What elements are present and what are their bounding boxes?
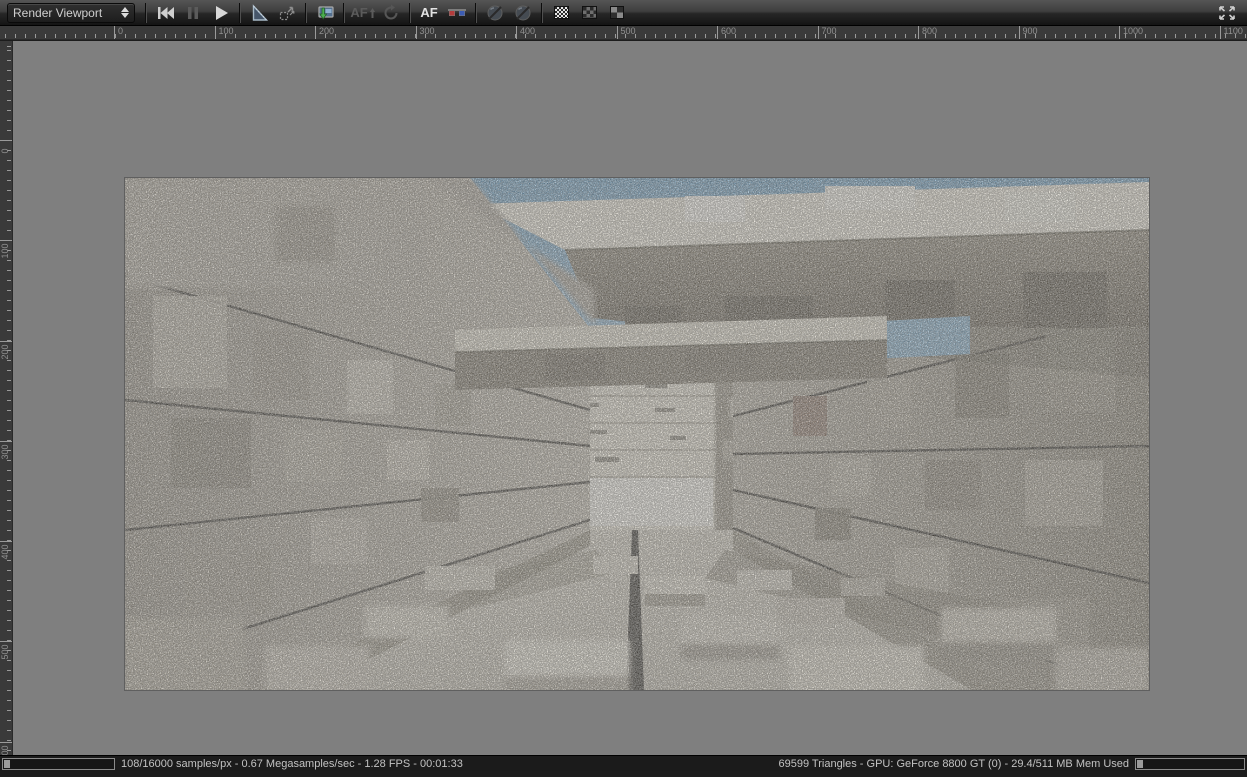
ruler-label: 600 xyxy=(717,26,818,39)
refresh-focus-button[interactable] xyxy=(377,1,405,25)
expand-arrows-icon xyxy=(1219,5,1235,20)
quad-squares-icon xyxy=(610,6,624,19)
save-image-button[interactable] xyxy=(311,1,339,25)
stereo-right-eye-button[interactable] xyxy=(509,1,537,25)
autofocus-lock-label: AF xyxy=(350,5,368,20)
toolbar: Render Viewport AF AF xyxy=(0,0,1247,26)
ruler-label: 0 xyxy=(0,140,12,240)
quad-view-button[interactable] xyxy=(603,1,631,25)
scene-stats-text: 69599 Triangles - GPU: GeForce 8800 GT (… xyxy=(778,757,1129,770)
toolbar-separator xyxy=(239,2,241,23)
ruler-label: 800 xyxy=(918,26,1019,39)
ruler-label: 500 xyxy=(616,26,718,39)
fine-checkerboard-icon xyxy=(553,6,569,19)
render-stats-text: 108/16000 samples/px - 0.67 Megasamples/… xyxy=(121,757,463,770)
ruler-label: 200 xyxy=(315,26,416,39)
ruler-label: 1100 xyxy=(1219,26,1247,39)
ruler-label: 1000 xyxy=(1119,26,1220,39)
ruler-label: 900 xyxy=(1018,26,1120,39)
dropdown-spinner-icon[interactable] xyxy=(121,7,129,18)
restart-render-button[interactable] xyxy=(151,1,179,25)
ruler-label: 300 xyxy=(415,26,517,39)
vertical-ruler-labels: 0 100 200 300 400 500 600 xyxy=(0,140,12,755)
save-image-icon xyxy=(318,5,334,20)
ruler-label: 500 xyxy=(0,641,12,741)
coarse-checker-background-button[interactable] xyxy=(575,1,603,25)
autofocus-label: AF xyxy=(420,5,438,20)
up-arrow-icon xyxy=(369,7,375,18)
circular-arrow-icon xyxy=(384,4,398,19)
anaglyph-stereo-button[interactable] xyxy=(443,1,471,25)
render-viewport-window: Render Viewport AF AF 0 100 200 300 400 … xyxy=(0,0,1247,777)
ruler-label: 400 xyxy=(0,541,12,641)
play-icon xyxy=(216,5,228,20)
ruler-label: 300 xyxy=(0,440,12,541)
memory-progress-fill xyxy=(1137,759,1144,768)
memory-progress-bar xyxy=(1135,757,1245,770)
pause-icon xyxy=(188,6,198,19)
autofocus-button[interactable]: AF xyxy=(415,1,443,25)
ruler-label: 0 xyxy=(114,26,215,39)
autofocus-lock-button[interactable]: AF xyxy=(349,1,377,25)
render-target-dropdown[interactable]: Render Viewport xyxy=(7,2,135,23)
pause-render-button[interactable] xyxy=(179,1,207,25)
horizontal-ruler-labels: 0 100 200 300 400 500 600 700 800 900 1000 1100 xyxy=(114,26,1247,39)
resize-region-icon xyxy=(279,6,295,20)
status-bar: 108/16000 samples/px - 0.67 Megasamples/… xyxy=(0,755,1247,771)
play-render-button[interactable] xyxy=(207,1,235,25)
toolbar-separator xyxy=(475,2,477,23)
render-target-dropdown-value: Render Viewport xyxy=(13,5,103,20)
render-progress-bar xyxy=(2,757,115,770)
toolbar-separator xyxy=(541,2,543,23)
fullscreen-button[interactable] xyxy=(1213,1,1241,25)
ruler-label: 400 xyxy=(516,26,617,39)
ruler-label: 100 xyxy=(0,240,12,340)
sphere-slash-icon xyxy=(487,5,503,20)
vertical-ruler: 0 100 200 300 400 500 600 xyxy=(0,41,13,755)
scene-noise-grain xyxy=(125,178,1149,690)
ruler-label: 100 xyxy=(214,26,316,39)
stereo-left-eye-button[interactable] xyxy=(481,1,509,25)
ruler-label: 200 xyxy=(0,340,12,441)
coarse-checkerboard-icon xyxy=(581,6,597,19)
render-progress-fill xyxy=(4,759,10,768)
ruler-label: 600 xyxy=(0,741,12,755)
render-image[interactable] xyxy=(124,177,1150,691)
toolbar-separator xyxy=(305,2,307,23)
region-render-button[interactable] xyxy=(273,1,301,25)
skip-to-start-icon xyxy=(158,6,174,19)
set-square-icon xyxy=(252,3,269,21)
fine-checker-background-button[interactable] xyxy=(547,1,575,25)
sphere-slash-icon xyxy=(515,5,531,20)
toolbar-separator xyxy=(409,2,411,23)
3d-glasses-icon xyxy=(448,8,466,16)
toolbar-separator xyxy=(145,2,147,23)
ruler-label: 700 xyxy=(817,26,919,39)
viewport-background[interactable] xyxy=(13,41,1247,755)
horizontal-ruler: 0 100 200 300 400 500 600 700 800 900 1000 1100 xyxy=(0,26,1247,40)
focus-picker-button[interactable] xyxy=(245,1,273,25)
toolbar-separator xyxy=(343,2,345,23)
